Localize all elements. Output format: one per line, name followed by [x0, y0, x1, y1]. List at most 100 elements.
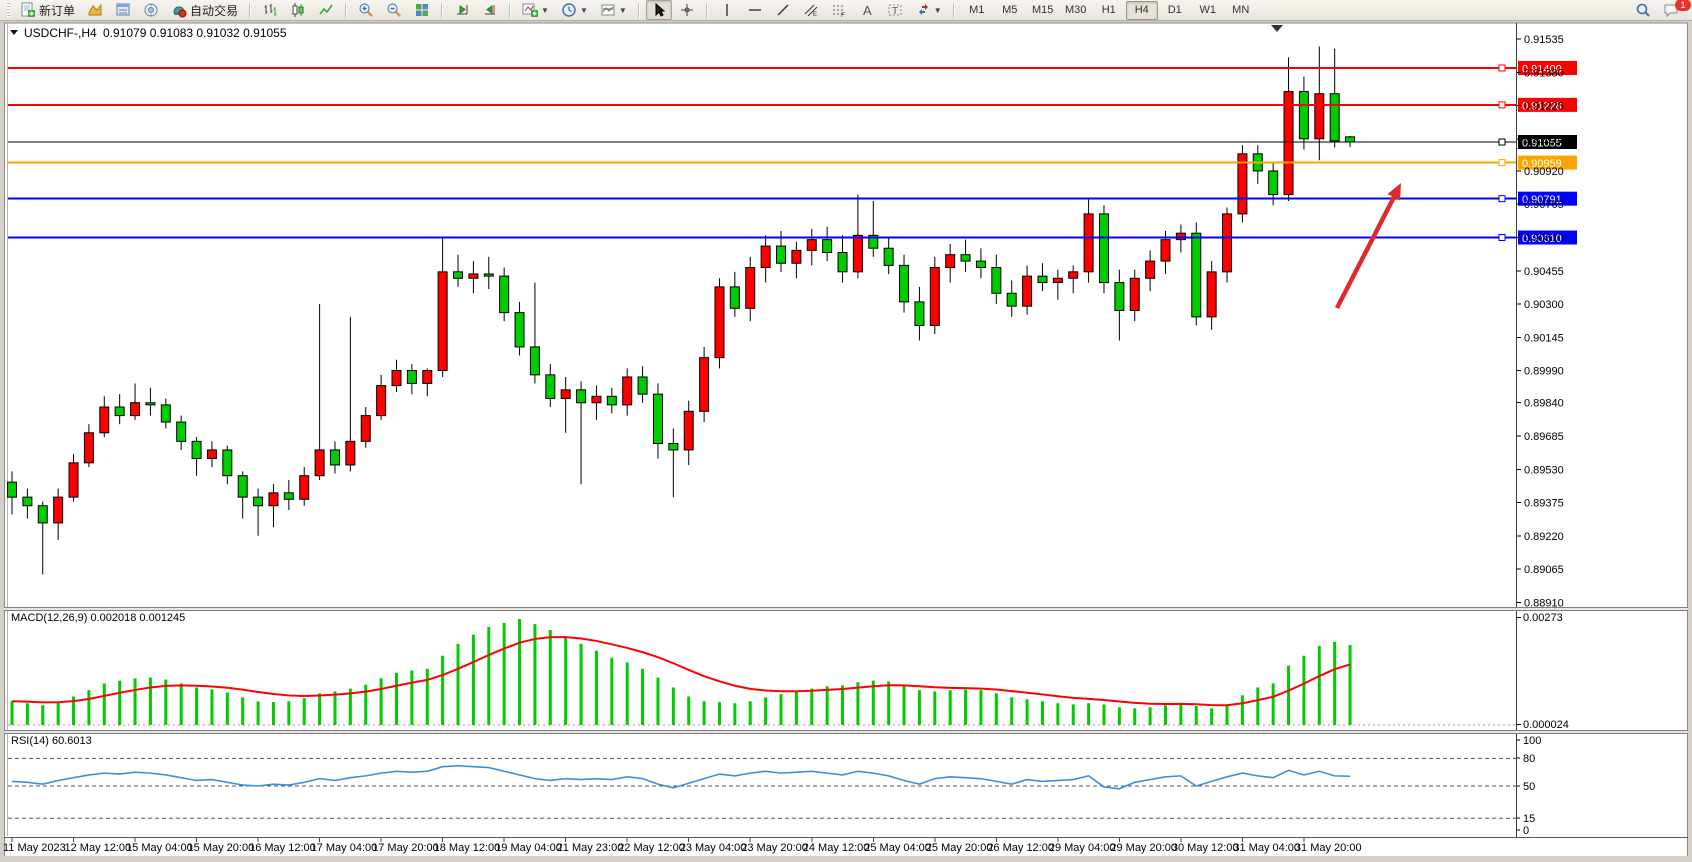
templates-button[interactable]: ▼ — [595, 0, 632, 20]
time-tick-label: 26 May 12:00 — [987, 842, 1054, 854]
price-tick-label: 0.89375 — [1524, 498, 1564, 510]
line-chart-mode-button[interactable] — [313, 0, 339, 20]
trendline-tool-button[interactable] — [770, 0, 796, 20]
time-tick-label: 30 May 12:00 — [1172, 842, 1239, 854]
channel-tool-button[interactable]: E — [798, 0, 824, 20]
auto-scroll-button[interactable] — [449, 0, 475, 20]
time-tick-label: 17 May 04:00 — [311, 842, 378, 854]
candlestick-mode-button[interactable] — [285, 0, 311, 20]
macd-scale-min: 0.000024 — [1523, 719, 1569, 731]
svg-text:T: T — [892, 6, 898, 17]
autotrading-label: 自动交易 — [190, 2, 238, 19]
rsi-label: RSI(14) 60.6013 — [11, 735, 92, 747]
navigator-button[interactable] — [138, 0, 164, 20]
price-tick-label: 0.91225 — [1524, 101, 1564, 113]
price-tick-label: 0.91380 — [1524, 67, 1564, 79]
rsi-scale-label: 80 — [1523, 753, 1535, 765]
toolbar-separator — [509, 3, 511, 18]
periods-button[interactable]: ▼ — [556, 0, 593, 20]
time-tick-label: 24 May 12:00 — [803, 842, 870, 854]
toolbar-separator — [441, 3, 443, 18]
clock-icon — [561, 2, 577, 18]
price-tick-label: 0.90765 — [1524, 199, 1564, 211]
timeframe-h1[interactable]: H1 — [1093, 1, 1125, 20]
price-tick-label: 0.89065 — [1524, 564, 1564, 576]
price-tick-label: 0.89685 — [1524, 431, 1564, 443]
search-button[interactable] — [1630, 0, 1656, 20]
timeframe-m5[interactable]: M5 — [994, 1, 1026, 20]
time-tick-label: 29 May 04:00 — [1049, 842, 1116, 854]
cursor-tool-button[interactable] — [646, 0, 672, 20]
svg-text:A: A — [863, 3, 872, 18]
horizontal-line-tool-button[interactable] — [742, 0, 768, 20]
new-order-label: 新订单 — [39, 2, 75, 19]
zoom-in-button[interactable] — [353, 0, 379, 20]
text-label-tool-button[interactable]: T — [882, 0, 908, 20]
zoom-out-button[interactable] — [381, 0, 407, 20]
rsi-scale-label: 15 — [1523, 813, 1535, 825]
new-order-button[interactable]: 新订单 — [15, 0, 80, 20]
crosshair-tool-button[interactable] — [674, 0, 700, 20]
price-tick-label: 0.89840 — [1524, 398, 1564, 410]
timeframe-m30[interactable]: M30 — [1060, 1, 1092, 20]
chart-shift-icon — [482, 2, 498, 18]
market-watch-button[interactable] — [110, 0, 136, 20]
time-tick-label: 18 May 12:00 — [434, 842, 501, 854]
time-tick-label: 16 May 12:00 — [249, 842, 316, 854]
tile-windows-button[interactable] — [409, 0, 435, 20]
dropdown-caret-icon: ▼ — [541, 6, 549, 15]
line-chart-mode-icon — [318, 2, 334, 18]
timeframe-mn[interactable]: MN — [1225, 1, 1257, 20]
time-tick-label: 12 May 12:00 — [65, 842, 132, 854]
arrows-tool-button[interactable]: ▼ — [910, 0, 947, 20]
toolbar-separator — [249, 3, 251, 18]
macd-scale-max: 0.00273 — [1523, 612, 1563, 624]
time-tick-label: 29 May 20:00 — [1110, 842, 1177, 854]
vertical-line-tool-button[interactable] — [714, 0, 740, 20]
candle — [715, 278, 724, 368]
price-tick-label: 0.90145 — [1524, 332, 1564, 344]
timeframe-w1[interactable]: W1 — [1192, 1, 1224, 20]
time-tick-label: 31 May 04:00 — [1233, 842, 1300, 854]
fibonacci-tool-button[interactable]: F — [826, 0, 852, 20]
chart-shift-button[interactable] — [477, 0, 503, 20]
timeframe-d1[interactable]: D1 — [1159, 1, 1191, 20]
autotrading-button[interactable]: 自动交易 — [166, 0, 243, 20]
horizontal-line-icon — [747, 2, 763, 18]
rsi-pane-splitter[interactable] — [4, 730, 1688, 734]
price-tick-label: 0.90920 — [1524, 166, 1564, 178]
text-tool-button[interactable]: A — [854, 0, 880, 20]
time-tick-label: 31 May 20:00 — [1295, 842, 1362, 854]
timeframe-m1[interactable]: M1 — [961, 1, 993, 20]
macd-pane-splitter[interactable] — [4, 607, 1688, 611]
time-tick-label: 22 May 12:00 — [618, 842, 685, 854]
time-tick-label: 21 May 23:00 — [557, 842, 624, 854]
price-tick-label: 0.89530 — [1524, 464, 1564, 476]
timeframe-m15[interactable]: M15 — [1027, 1, 1059, 20]
price-tick-label: 0.90455 — [1524, 266, 1564, 278]
indicators-button[interactable]: ▼ — [517, 0, 554, 20]
price-tick-label: 0.89990 — [1524, 366, 1564, 378]
time-tick-label: 25 May 04:00 — [864, 842, 931, 854]
arrows-icon — [915, 2, 931, 18]
channel-icon: E — [803, 2, 819, 18]
timeframe-h4[interactable]: H4 — [1126, 1, 1158, 20]
dropdown-caret-icon: ▼ — [619, 6, 627, 15]
bar-chart-mode-icon — [262, 2, 278, 18]
tile-windows-icon — [414, 2, 430, 18]
search-icon — [1635, 2, 1651, 18]
bar-chart-mode-button[interactable] — [257, 0, 283, 20]
price-tick-label: 0.91070 — [1524, 134, 1564, 146]
time-tick-label: 17 May 20:00 — [372, 842, 439, 854]
cursor-icon — [651, 2, 667, 18]
notifications-button[interactable]: 1 — [1658, 0, 1688, 20]
price-tick-label: 0.89220 — [1524, 531, 1564, 543]
toolbar-separator — [706, 3, 708, 18]
toolbar-grip[interactable] — [7, 3, 10, 17]
time-tick-label: 15 May 20:00 — [188, 842, 255, 854]
candle — [1099, 205, 1108, 293]
chart-profiles-button[interactable] — [82, 0, 108, 20]
price-tick-label: 0.91535 — [1524, 34, 1564, 46]
trendline-icon — [775, 2, 791, 18]
notification-badge: 1 — [1675, 0, 1691, 11]
